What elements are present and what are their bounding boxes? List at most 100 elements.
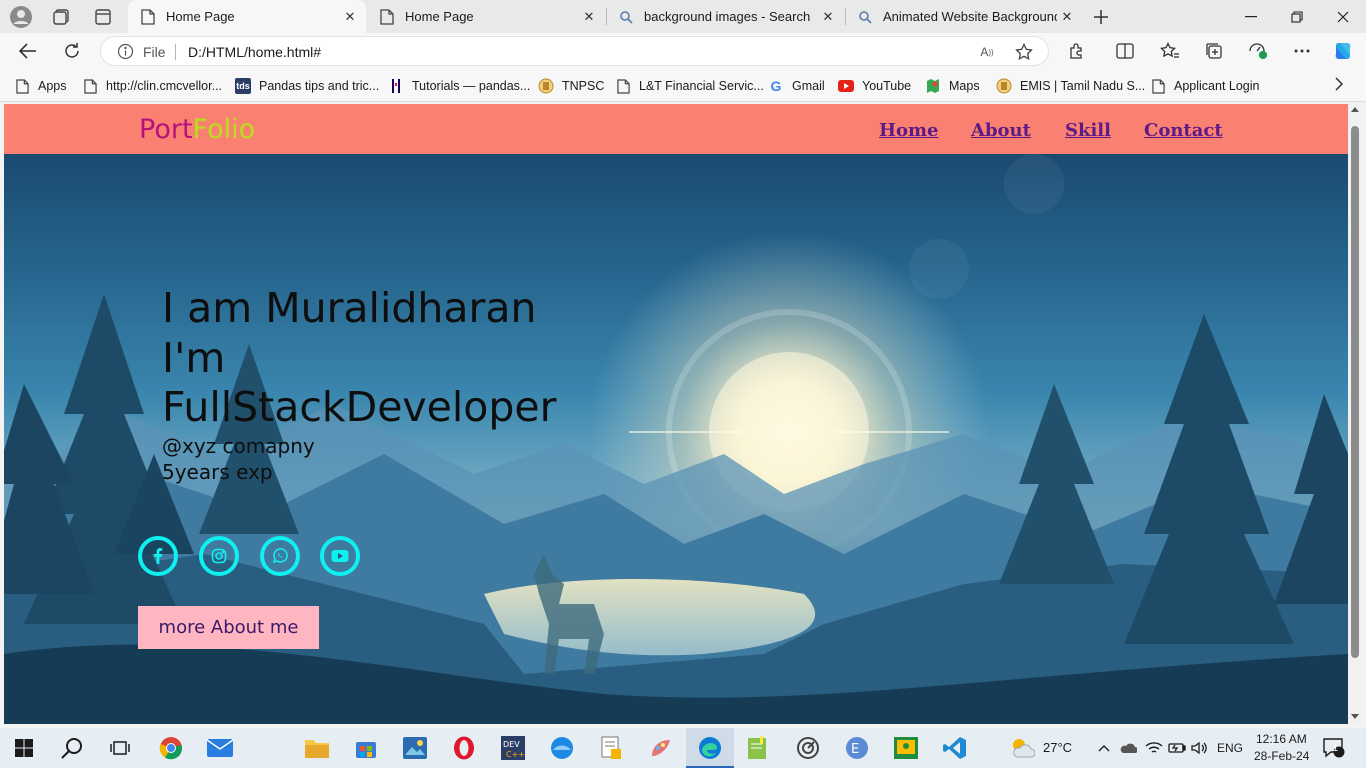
scroll-thumb[interactable] [1351,126,1359,658]
new-tab-icon[interactable] [1088,4,1114,30]
editor-app-icon[interactable]: E [843,734,871,762]
paint-app-icon[interactable] [548,734,576,762]
whatsapp-icon[interactable] [260,536,300,576]
bookmark-tnpsc[interactable]: TNPSC [538,76,604,96]
hero-role-line2: FullStackDeveloper [162,383,557,431]
page-icon [615,78,631,94]
instagram-icon[interactable] [199,536,239,576]
tab-home-page[interactable]: Home Page ✕ [367,0,605,33]
input-language[interactable]: ENG [1217,741,1243,755]
divider [175,44,176,60]
edge-icon[interactable] [696,734,724,762]
refresh-icon[interactable] [57,37,87,65]
mail-icon[interactable] [206,734,234,762]
hero-role-line1: I'm [162,334,226,382]
bookmark-label: Applicant Login [1174,79,1260,93]
chrome-icon[interactable] [157,734,185,762]
copilot-icon[interactable] [1328,37,1358,65]
profile-icon[interactable] [8,4,34,30]
opera-icon[interactable] [450,734,478,762]
read-aloud-icon[interactable]: A)) [976,41,998,63]
site-logo[interactable]: PortFolio [139,114,255,145]
notepad-plus-plus-icon[interactable] [744,734,772,762]
info-icon[interactable] [117,43,134,60]
notepad-files-icon[interactable] [597,734,625,762]
bookmark-clin-cmcvellore[interactable]: http://clin.cmcvellor... [82,76,222,96]
nav-skill-link[interactable]: Skill [1065,120,1111,141]
bookmark-label: Maps [949,79,980,93]
windows-start-icon[interactable] [10,734,38,762]
volume-icon[interactable] [1186,734,1214,762]
bookmark-gmail[interactable]: G Gmail [768,76,825,96]
file-explorer-icon[interactable] [303,734,331,762]
workspaces-icon[interactable] [49,4,75,30]
favorites-icon[interactable] [1155,37,1185,65]
page-scrollbar[interactable] [1348,104,1362,724]
bookmark-emis[interactable]: EMIS | Tamil Nadu S... [996,76,1145,96]
tab-home-page-active[interactable]: Home Page ✕ [128,0,366,33]
microsoft-store-icon[interactable] [352,734,380,762]
bookmark-label: Tutorials — pandas... [412,79,531,93]
menu-more-icon[interactable] [1287,37,1317,65]
task-view-icon[interactable] [106,734,134,762]
collections-icon[interactable] [1199,37,1229,65]
bookmark-youtube[interactable]: YouTube [838,76,911,96]
classroom-icon[interactable] [892,734,920,762]
paint-brush-icon[interactable] [646,734,674,762]
hero-section: I am Muralidharan I'm FullStackDeveloper… [4,154,1348,724]
tab-actions-icon[interactable] [90,4,116,30]
bookmark-lt-financial[interactable]: L&T Financial Servic... [615,76,764,96]
bookmark-label: Pandas tips and tric... [259,79,380,93]
nav-about-link[interactable]: About [971,120,1031,141]
bookmark-label: EMIS | Tamil Nadu S... [1020,79,1146,93]
bookmark-applicant-login[interactable]: Applicant Login [1150,76,1259,96]
more-about-me-button[interactable]: more About me [138,606,319,649]
nav-contact-link[interactable]: Contact [1144,120,1223,141]
tab-animated-website-backgrounds[interactable]: Animated Website Backgrounds ✕ [845,0,1083,33]
bookmark-pandas-tips[interactable]: tds Pandas tips and tric... [235,76,379,96]
tab-background-images-search[interactable]: background images - Search ✕ [606,0,844,33]
search-icon[interactable] [58,734,86,762]
facebook-icon[interactable] [138,536,178,576]
nav-home-link[interactable]: Home [879,120,939,141]
weather-temperature[interactable]: 27°C [1043,740,1072,755]
speedometer-app-icon[interactable] [794,734,822,762]
close-icon[interactable]: ✕ [818,7,838,27]
tab-title: Home Page [405,9,474,24]
scroll-up-arrow-icon[interactable] [1351,107,1359,112]
photos-app-icon[interactable] [401,734,429,762]
svg-text:E: E [851,742,859,757]
close-icon[interactable]: ✕ [579,7,599,27]
chevron-right-icon[interactable] [1334,77,1350,93]
split-screen-icon[interactable] [1110,37,1140,65]
close-icon[interactable]: ✕ [340,7,360,27]
vscode-icon[interactable] [941,734,969,762]
minimize-icon[interactable] [1228,0,1274,33]
page-icon [140,8,156,25]
address-bar[interactable]: File D:/HTML/home.html# A)) [100,36,1049,66]
scroll-down-arrow-icon[interactable] [1351,714,1359,719]
back-icon[interactable] [13,37,43,65]
extensions-icon[interactable] [1062,37,1092,65]
bookmark-pandas-tutorials[interactable]: Tutorials — pandas... [388,76,530,96]
bookmark-label: Apps [38,79,67,93]
youtube-icon[interactable] [320,536,360,576]
url-text[interactable]: D:/HTML/home.html# [188,44,321,60]
search-icon [857,9,873,25]
clock-time[interactable]: 12:16 AM [1256,732,1307,746]
performance-icon[interactable] [1243,37,1273,65]
onedrive-icon[interactable] [1114,734,1142,762]
window-close-icon[interactable] [1320,0,1366,33]
close-icon[interactable]: ✕ [1057,7,1077,27]
bookmark-maps[interactable]: Maps [925,76,980,96]
tab-title: Animated Website Backgrounds [883,9,1057,24]
clock-date[interactable]: 28-Feb-24 [1254,749,1309,763]
page-icon [379,8,395,25]
emblem-icon [538,78,554,94]
bookmark-apps[interactable]: Apps [14,76,67,96]
restore-icon[interactable] [1274,0,1320,33]
google-icon: G [770,78,782,94]
bookmark-label: http://clin.cmcvellor... [106,79,223,93]
dev-cpp-icon[interactable]: DEV C++ [499,734,527,762]
favorite-star-icon[interactable] [1013,41,1035,63]
